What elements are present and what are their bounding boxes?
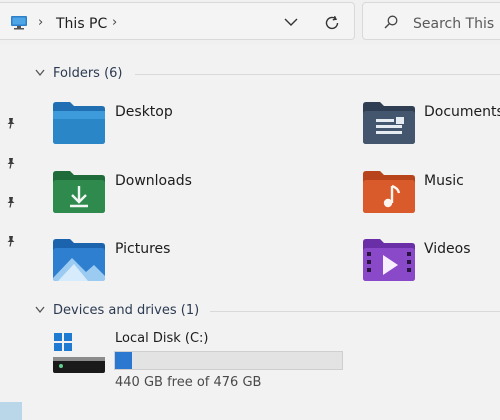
local-disk-name[interactable]: Local Disk (C:) xyxy=(115,331,208,346)
folder-documents[interactable] xyxy=(362,101,416,145)
section-divider xyxy=(210,311,500,312)
breadcrumb-separator-icon[interactable]: › xyxy=(38,15,43,30)
folder-label-downloads[interactable]: Downloads xyxy=(115,173,192,189)
drives-section-title[interactable]: Devices and drives (1) xyxy=(53,303,199,318)
folder-label-documents[interactable]: Documents xyxy=(424,104,500,120)
refresh-icon[interactable] xyxy=(323,14,341,32)
music-folder-icon xyxy=(363,171,415,213)
breadcrumb-this-pc[interactable]: This PC xyxy=(56,16,107,32)
pictures-folder-icon xyxy=(53,239,105,281)
address-toolbar: › This PC › Search This PC xyxy=(0,0,500,44)
desktop-folder-icon xyxy=(53,102,105,144)
search-box[interactable]: Search This PC xyxy=(362,2,500,40)
folder-videos[interactable] xyxy=(362,238,416,282)
this-pc-icon xyxy=(11,16,27,30)
pin-icon[interactable] xyxy=(5,235,17,247)
section-collapse-chevron-icon[interactable] xyxy=(34,68,46,78)
documents-folder-icon xyxy=(363,102,415,144)
folder-label-desktop[interactable]: Desktop xyxy=(115,104,173,120)
folders-section-title[interactable]: Folders (6) xyxy=(53,66,123,81)
search-icon xyxy=(384,15,398,29)
videos-folder-icon xyxy=(363,239,415,281)
window-corner xyxy=(0,402,22,420)
disk-usage-fill xyxy=(115,352,133,369)
section-divider xyxy=(135,74,500,75)
disk-usage-bar xyxy=(114,351,343,370)
section-collapse-chevron-icon[interactable] xyxy=(34,305,46,315)
disk-free-space-text: 440 GB free of 476 GB xyxy=(115,375,262,390)
address-bar[interactable]: › This PC › xyxy=(0,2,355,40)
downloads-folder-icon xyxy=(53,171,105,213)
chevron-down-icon[interactable] xyxy=(283,15,299,29)
folder-label-music[interactable]: Music xyxy=(424,173,464,189)
folder-music[interactable] xyxy=(362,170,416,214)
breadcrumb-expand-icon[interactable]: › xyxy=(112,15,117,30)
folder-desktop[interactable] xyxy=(52,101,106,145)
search-placeholder: Search This PC xyxy=(413,16,500,32)
folder-label-pictures[interactable]: Pictures xyxy=(115,241,170,257)
folder-downloads[interactable] xyxy=(52,170,106,214)
local-disk-drive-icon[interactable] xyxy=(52,331,106,377)
folder-label-videos[interactable]: Videos xyxy=(424,241,471,257)
pin-icon[interactable] xyxy=(5,196,17,208)
pin-icon[interactable] xyxy=(5,157,17,169)
pin-icon[interactable] xyxy=(5,117,17,129)
folder-pictures[interactable] xyxy=(52,238,106,282)
